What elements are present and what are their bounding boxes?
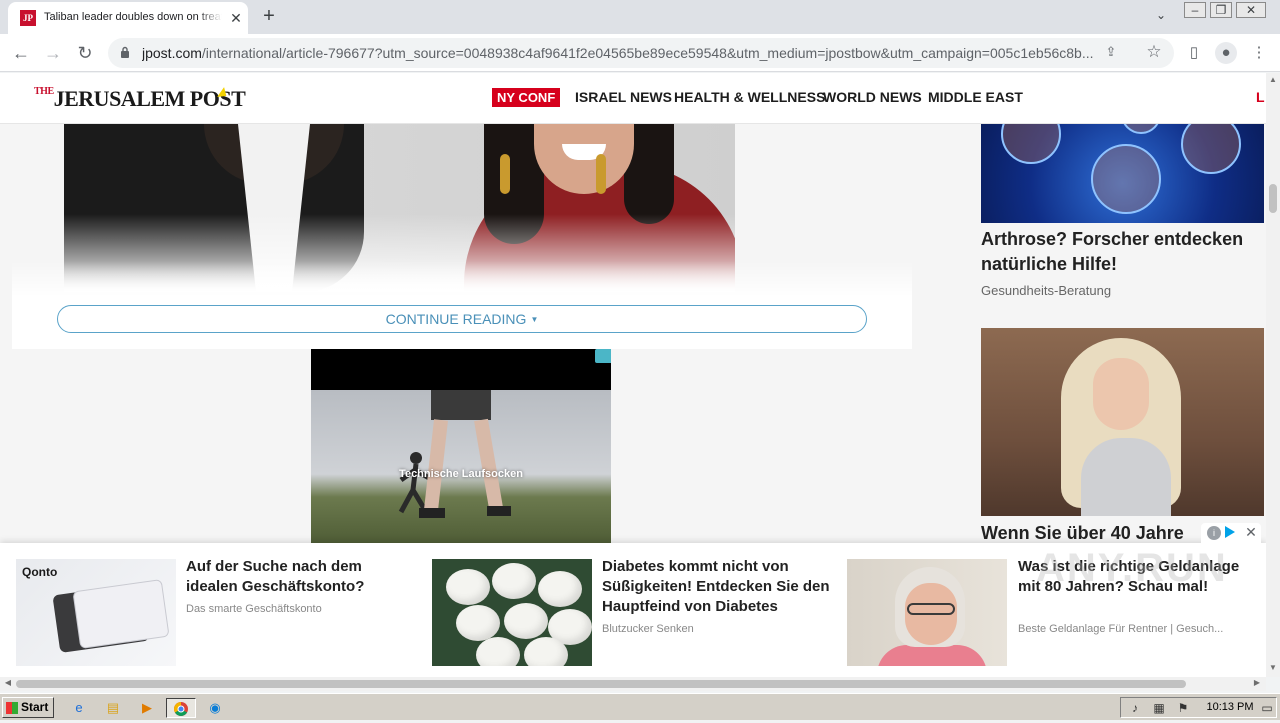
new-tab-button[interactable]: + — [258, 6, 280, 28]
tab-title-fade — [198, 8, 222, 28]
file-explorer-icon[interactable]: ▤ — [102, 698, 124, 718]
nav-health-wellness[interactable]: HEALTH & WELLNESS — [674, 89, 825, 107]
url-text[interactable]: jpost.com/international/article-796677?u… — [142, 45, 1108, 63]
runner-legs-figure — [419, 390, 511, 518]
restore-window-button[interactable]: ❐ — [1210, 2, 1232, 18]
scroll-right-icon[interactable]: ▶ — [1252, 678, 1262, 690]
network-icon[interactable]: ▦ — [1151, 700, 1167, 716]
ad-card-title[interactable]: Diabetes kommt nicht von Süßigkeiten! En… — [602, 557, 832, 619]
ad-card-image[interactable] — [847, 559, 1007, 666]
sidebar-ad-title[interactable]: Arthrose? Forscher entdecken natürliche … — [981, 227, 1266, 277]
nav-more[interactable]: L — [1256, 89, 1265, 107]
tab-close-icon[interactable]: ✕ — [228, 10, 244, 26]
scroll-down-icon[interactable]: ▼ — [1269, 663, 1277, 673]
ad-card-source: Beste Geldanlage Für Rentner | Gesuch... — [1018, 623, 1224, 635]
nav-world-news[interactable]: WORLD NEWS — [823, 89, 922, 107]
adchoices-play-icon[interactable] — [1225, 526, 1235, 538]
qonto-logo: Qonto — [22, 565, 58, 579]
close-ad-icon[interactable]: ✕ — [1243, 524, 1259, 540]
sidebar-ad-image-portrait[interactable] — [981, 328, 1264, 516]
caret-down-icon: ▼ — [530, 315, 539, 325]
jpost-favicon-icon: JP — [20, 10, 36, 26]
internet-explorer-icon[interactable]: e — [68, 698, 90, 718]
side-panel-icon[interactable]: ▯ — [1183, 42, 1205, 64]
nav-middle-east[interactable]: MIDDLE EAST — [928, 89, 1023, 107]
ad-card-image[interactable]: Qonto — [16, 559, 176, 666]
video-ad[interactable]: Technische Laufsocken — [311, 349, 611, 543]
chrome-icon[interactable] — [166, 698, 196, 718]
ad-info-icon[interactable]: i — [1207, 526, 1221, 540]
tab-strip: JP Taliban leader doubles down on treat … — [0, 0, 1280, 34]
back-arrow-icon[interactable]: ← — [8, 40, 34, 66]
site-header: THEJERUSALEM POST NY CONF ISRAEL NEWS HE… — [0, 73, 1266, 124]
vertical-scrollbar[interactable]: ▲ ▼ — [1266, 73, 1280, 677]
windows-flag-icon — [6, 702, 18, 714]
tab-search-chevron-down-icon[interactable]: ⌄ — [1152, 8, 1170, 26]
windows-taskbar: Start e ▤ ▶ ◉ ♪ ▦ ⚑ 10:13 PM ▭ — [0, 693, 1280, 720]
ad-card-source: Das smarte Geschäftskonto — [186, 603, 322, 615]
sidebar-ad-image-joints[interactable] — [981, 124, 1264, 223]
ad-card-image[interactable] — [432, 559, 592, 666]
forward-arrow-icon[interactable]: → — [40, 40, 66, 66]
address-bar[interactable]: jpost.com/international/article-796677?u… — [108, 38, 1174, 68]
lock-icon[interactable] — [120, 46, 130, 59]
video-frame — [311, 390, 611, 543]
taskbar-clock[interactable]: 10:13 PM — [1205, 701, 1255, 715]
ad-badges: i ✕ — [1201, 523, 1261, 543]
ad-card-source: Blutzucker Senken — [602, 623, 694, 635]
nav-ny-conf[interactable]: NY CONF — [492, 88, 561, 107]
minimize-window-button[interactable]: – — [1184, 2, 1206, 18]
scroll-left-icon[interactable]: ◀ — [3, 678, 13, 690]
edge-icon[interactable]: ◉ — [204, 698, 226, 718]
adchoices-icon[interactable] — [595, 349, 611, 363]
volume-icon[interactable]: ♪ — [1127, 700, 1143, 716]
jerusalem-post-logo[interactable]: THEJERUSALEM POST — [34, 86, 246, 112]
bookmark-star-icon[interactable]: ☆ — [1144, 42, 1164, 62]
share-icon[interactable]: ⇪ — [1102, 44, 1120, 62]
action-center-flag-icon[interactable]: ⚑ — [1175, 700, 1191, 716]
profile-avatar-icon[interactable]: ● — [1215, 42, 1237, 64]
sidebar-ad-source: Gesundheits-Beratung — [981, 283, 1112, 298]
system-tray: ♪ ▦ ⚑ 10:13 PM ▭ — [1120, 697, 1277, 718]
continue-reading-button[interactable]: CONTINUE READING ▼ — [57, 305, 867, 333]
horizontal-scroll-thumb[interactable] — [16, 680, 1186, 688]
browser-tab[interactable]: JP Taliban leader doubles down on treat … — [8, 2, 248, 34]
browser-toolbar: ← → ↻ jpost.com/international/article-79… — [0, 34, 1280, 72]
anyrun-watermark: ANY.RUN — [1036, 546, 1228, 590]
horizontal-scrollbar[interactable]: ◀ ▶ — [0, 677, 1266, 691]
tab-title: Taliban leader doubles down on treat — [44, 11, 222, 23]
close-window-button[interactable]: ✕ — [1236, 2, 1266, 18]
nav-israel-news[interactable]: ISRAEL NEWS — [575, 89, 672, 107]
media-player-icon[interactable]: ▶ — [136, 698, 158, 718]
video-caption: Technische Laufsocken — [399, 468, 523, 480]
show-desktop-icon[interactable]: ▭ — [1259, 700, 1275, 716]
reload-icon[interactable]: ↻ — [72, 40, 98, 66]
menu-kebab-icon[interactable]: ⋮ — [1248, 42, 1270, 64]
scroll-up-icon[interactable]: ▲ — [1269, 75, 1277, 85]
vertical-scroll-thumb[interactable] — [1269, 184, 1277, 213]
start-button[interactable]: Start — [2, 697, 54, 718]
